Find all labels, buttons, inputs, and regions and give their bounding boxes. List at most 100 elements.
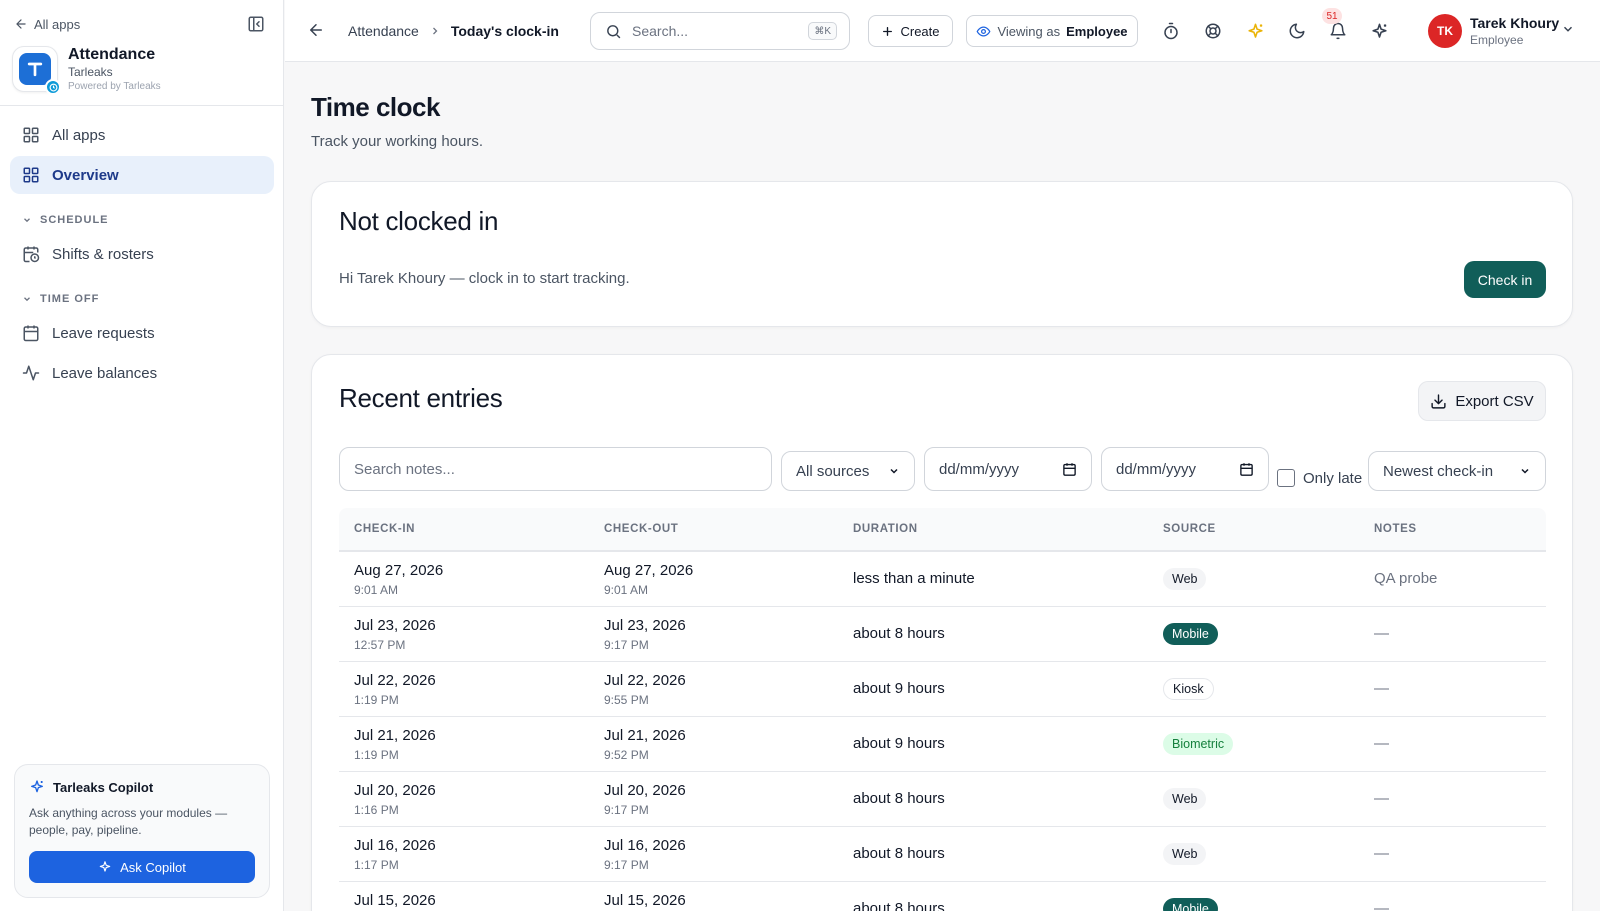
recent-entries-card: Recent entries Export CSV Search notes..…	[311, 354, 1573, 911]
app-logo	[12, 46, 61, 95]
back-button[interactable]	[307, 21, 327, 41]
table-row[interactable]: Jul 22, 2026 1:19 PM Jul 22, 2026 9:55 PM ab…	[339, 662, 1546, 717]
page-subtitle: Track your working hours.	[311, 133, 484, 150]
sidebar-item-overview[interactable]: Overview	[10, 156, 274, 194]
global-search-input[interactable]: Search... ⌘K	[590, 12, 850, 50]
sidebar: All apps Attendance Tarleaks Powered by …	[0, 0, 284, 911]
column-header-duration[interactable]: DURATION	[853, 523, 918, 535]
app-name: Attendance	[68, 46, 156, 63]
sidebar-section-schedule[interactable]: SCHEDULE	[22, 212, 109, 228]
notes-cell: —	[1374, 625, 1389, 642]
help-button[interactable]	[1202, 20, 1224, 42]
only-late-checkbox[interactable]	[1277, 469, 1295, 487]
check-in-date: Jul 21, 2026	[354, 727, 436, 744]
notes-search-input[interactable]: Search notes...	[339, 447, 772, 491]
avatar[interactable]: TK	[1428, 14, 1462, 48]
user-name[interactable]: Tarek Khoury	[1470, 15, 1559, 31]
chevron-down-icon	[1563, 26, 1573, 32]
copilot-description: Ask anything across your modules — peopl…	[29, 806, 228, 837]
sidebar-item-label: Leave requests	[52, 324, 155, 342]
viewing-as-label: Viewing as	[997, 23, 1061, 39]
ask-copilot-button[interactable]: Ask Copilot	[29, 851, 255, 883]
check-out-date: Jul 22, 2026	[604, 672, 686, 689]
duration-cell: about 8 hours	[853, 845, 945, 862]
table-row[interactable]: Jul 15, 2026 Jul 15, 2026 about 8 hours Mob…	[339, 882, 1546, 911]
breadcrumb: Attendance Today's clock-in	[348, 21, 559, 41]
column-header-check-in[interactable]: CHECK-IN	[354, 523, 415, 535]
date-to-input[interactable]: dd/mm/yyyy	[1101, 447, 1269, 491]
column-header-check-out[interactable]: CHECK-OUT	[604, 523, 678, 535]
clock-status-card: Not clocked in Hi Tarek Khoury — clock i…	[311, 181, 1573, 327]
column-header-source[interactable]: SOURCE	[1163, 523, 1216, 535]
eye-icon	[977, 25, 991, 37]
calendar-clock-icon	[23, 246, 40, 263]
source-badge: Web	[1163, 788, 1207, 810]
back-to-all-apps-link[interactable]: All apps	[14, 14, 80, 34]
create-button[interactable]: Create	[868, 15, 953, 47]
user-menu-toggle[interactable]	[1561, 22, 1579, 40]
duration-cell: about 9 hours	[853, 735, 945, 752]
only-late-filter[interactable]: Only late	[1277, 469, 1362, 487]
collapse-sidebar-button[interactable]	[246, 14, 266, 34]
sidebar-divider	[0, 105, 284, 106]
sidebar-item-label: Leave balances	[52, 364, 158, 382]
arrow-left-icon	[310, 24, 322, 36]
section-label: SCHEDULE	[40, 214, 109, 226]
notes-cell: —	[1374, 845, 1389, 862]
date-from-input[interactable]: dd/mm/yyyy	[924, 447, 1092, 491]
ask-copilot-label: Ask Copilot	[120, 859, 186, 875]
check-in-date: Jul 22, 2026	[354, 672, 436, 689]
sparkle-icon	[1247, 23, 1263, 38]
sort-select[interactable]: Newest check-in	[1368, 451, 1546, 491]
notes-search-placeholder: Search notes...	[354, 460, 455, 478]
export-csv-button[interactable]: Export CSV	[1418, 381, 1546, 421]
breadcrumb-current: Today's clock-in	[450, 23, 559, 39]
table-row[interactable]: Aug 27, 2026 9:01 AM Aug 27, 2026 9:01 AM le…	[339, 552, 1546, 607]
check-out-date: Jul 20, 2026	[604, 782, 686, 799]
back-to-all-apps-label: All apps	[34, 16, 81, 32]
check-in-button[interactable]: Check in	[1464, 261, 1546, 298]
sidebar-item-all-apps[interactable]: All apps	[10, 116, 274, 154]
sidebar-item-leave-requests[interactable]: Leave requests	[10, 314, 274, 352]
breadcrumb-attendance[interactable]: Attendance	[348, 23, 419, 39]
table-row[interactable]: Jul 16, 2026 1:17 PM Jul 16, 2026 9:17 PM ab…	[339, 827, 1546, 882]
check-out-time: 9:01 AM	[604, 583, 649, 597]
sidebar-item-shifts[interactable]: Shifts & rosters	[10, 235, 274, 273]
table-row[interactable]: Jul 21, 2026 1:19 PM Jul 21, 2026 9:52 PM ab…	[339, 717, 1546, 772]
download-icon	[1431, 393, 1446, 409]
app-logo-t-icon	[27, 62, 43, 77]
export-csv-label: Export CSV	[1455, 392, 1534, 410]
notes-cell: —	[1374, 790, 1389, 807]
source-filter-select[interactable]: All sources	[781, 451, 915, 491]
chevron-right-icon	[432, 27, 438, 35]
theme-toggle-button[interactable]	[1286, 20, 1308, 42]
copilot-sparkle-button[interactable]	[1368, 20, 1390, 42]
check-in-time: 1:16 PM	[354, 803, 399, 817]
source-badge: Web	[1163, 843, 1207, 865]
check-out-time: 9:52 PM	[604, 748, 649, 762]
column-header-notes[interactable]: NOTES	[1374, 523, 1417, 535]
table-row[interactable]: Jul 23, 2026 12:57 PM Jul 23, 2026 9:17 PM a…	[339, 607, 1546, 662]
user-role: Employee	[1470, 33, 1524, 47]
lifebuoy-icon	[1205, 23, 1221, 39]
sparkle-icon	[31, 780, 43, 793]
check-in-time: 1:17 PM	[354, 858, 399, 872]
entries-table: CHECK-IN CHECK-OUT DURATION SOURCE NOTES…	[339, 508, 1546, 911]
ai-sparkle-button[interactable]	[1244, 20, 1266, 42]
timer-button[interactable]	[1160, 20, 1182, 42]
plus-icon	[883, 26, 893, 36]
sidebar-item-leave-balances[interactable]: Leave balances	[10, 354, 274, 392]
calendar-icon	[1240, 462, 1253, 476]
table-row[interactable]: Jul 20, 2026 1:16 PM Jul 20, 2026 9:17 PM ab…	[339, 772, 1546, 827]
check-in-time: 1:19 PM	[354, 693, 399, 707]
app-header: Attendance Tarleaks Powered by Tarleaks	[12, 46, 161, 95]
notes-cell: QA probe	[1374, 570, 1438, 587]
check-out-time: 9:17 PM	[604, 638, 649, 652]
sidebar-section-time-off[interactable]: TIME OFF	[22, 291, 99, 307]
check-out-date: Jul 21, 2026	[604, 727, 686, 744]
viewing-as-button[interactable]: Viewing as Employee	[966, 15, 1138, 47]
date-from-value: dd/mm/yyyy	[939, 460, 1020, 478]
check-in-date: Aug 27, 2026	[354, 562, 444, 579]
arrow-left-icon	[16, 19, 26, 29]
create-label: Create	[900, 23, 940, 39]
